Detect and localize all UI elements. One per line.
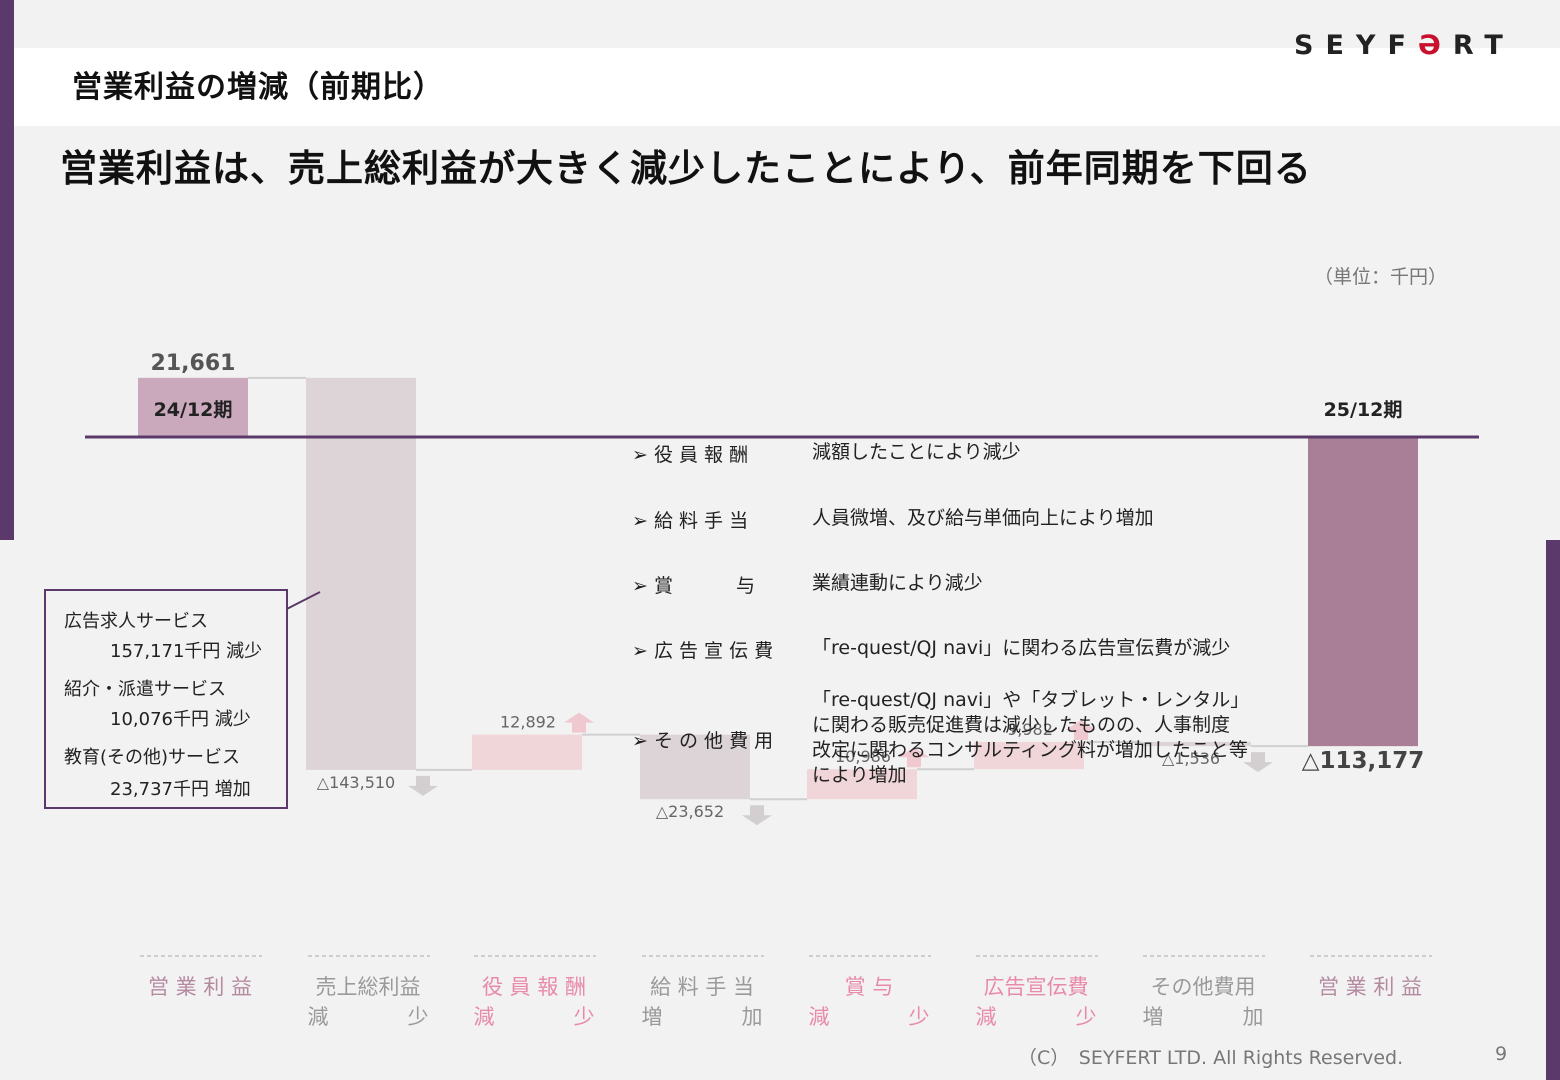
- category-label-sub: 減: [308, 1005, 329, 1029]
- note-label: ➢ 広 告 宣 伝 費: [632, 640, 774, 662]
- category-label: 営 業 利 益: [148, 975, 252, 999]
- category-label-sub: 加: [742, 1005, 763, 1029]
- note-text: 人員微増、及び給与単価向上により増加: [812, 507, 1154, 529]
- decrease-arrow-icon: [408, 775, 438, 796]
- category-label-sub: 少: [408, 1005, 429, 1029]
- category-label-sub: 増: [1143, 1005, 1164, 1029]
- callout-item-value: 157,171千円 減少: [110, 641, 263, 662]
- category-label: 給 料 手 当: [650, 975, 754, 999]
- end-value-label: △113,177: [1302, 748, 1424, 774]
- callout-item-name: 広告求人サービス: [64, 611, 208, 632]
- step-value-label: △23,652: [656, 802, 724, 821]
- category-label-sub: 増: [642, 1005, 663, 1029]
- category-label: 役 員 報 酬: [482, 975, 586, 999]
- note-label: ➢ 給 料 手 当: [632, 510, 749, 532]
- category-label-sub: 少: [574, 1005, 595, 1029]
- category-label: その他費用: [1151, 975, 1256, 999]
- category-label: 賞 与: [845, 975, 894, 999]
- decrease-arrow-icon: [742, 805, 772, 826]
- page-number: 9: [1495, 1043, 1508, 1065]
- note-label: ➢ 賞 与: [632, 575, 756, 597]
- note-label: ➢ そ の 他 費 用: [632, 730, 774, 752]
- start-period-label: 24/12期: [154, 399, 233, 421]
- category-label: 売上総利益: [316, 975, 421, 999]
- gross-profit-breakdown-callout: 広告求人サービス 157,171千円 減少 紹介・派遣サービス 10,076千円…: [44, 589, 288, 809]
- category-label: 広告宣伝費: [984, 975, 1089, 999]
- callout-item-name: 紹介・派遣サービス: [64, 679, 226, 700]
- increase-arrow-icon: [564, 712, 594, 733]
- category-label-sub: 減: [809, 1005, 830, 1029]
- category-label-sub: 加: [1243, 1005, 1264, 1029]
- callout-item-name: 教育(その他)サービス: [64, 747, 241, 768]
- note-text: 「re-quest/QJ navi」や「タブレット・レンタル」 に関わる販売促進…: [812, 689, 1250, 786]
- callout-item-value: 23,737千円 増加: [110, 779, 251, 800]
- end-bar: [1308, 437, 1418, 747]
- category-label-sub: 少: [909, 1005, 930, 1029]
- note-label: ➢ 役 員 報 酬: [632, 444, 749, 466]
- step-value-label: 12,892: [500, 713, 556, 732]
- callout-item-value: 10,076千円 減少: [110, 709, 251, 730]
- step-bar: [472, 734, 582, 770]
- category-label-sub: 少: [1076, 1005, 1097, 1029]
- category-label-sub: 減: [474, 1005, 495, 1029]
- end-period-label: 25/12期: [1324, 399, 1403, 421]
- note-text: 業績連動により減少: [812, 572, 983, 594]
- step-value-label: △143,510: [317, 773, 395, 792]
- note-text: 減額したことにより減少: [812, 441, 1021, 463]
- copyright: （C） SEYFERT LTD. All Rights Reserved.: [1018, 1047, 1404, 1069]
- start-value-label: 21,661: [151, 351, 236, 376]
- note-text: 「re-quest/QJ navi」に関わる広告宣伝費が減少: [812, 637, 1231, 659]
- waterfall-chart: 21,66124/12期△143,51012,892△23,65210,9869…: [85, 351, 1479, 1029]
- category-label-sub: 減: [976, 1005, 997, 1029]
- category-label: 営 業 利 益: [1318, 975, 1422, 999]
